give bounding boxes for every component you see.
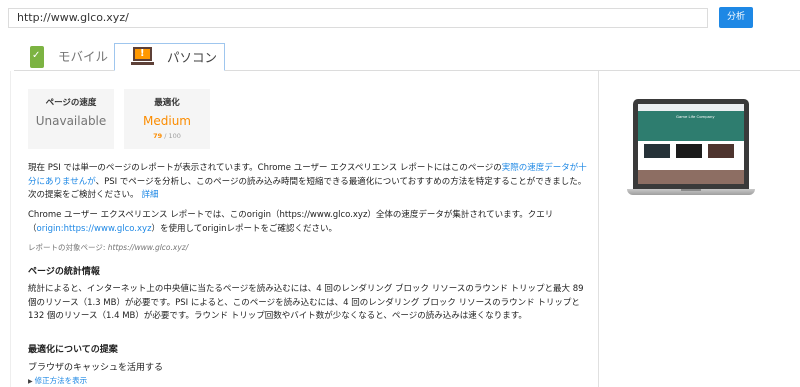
preview-panel: Game Life Company [598, 71, 800, 387]
report-target-url: https://www.glco.xyz/ [107, 243, 189, 252]
speed-card: ページの速度 Unavailable [28, 89, 114, 149]
optimization-card-value: Medium [143, 114, 191, 128]
laptop-preview-image: Game Life Company [627, 99, 755, 204]
url-input[interactable]: http://www.glco.xyz/ [8, 8, 708, 28]
analyze-button[interactable]: 分析 [719, 7, 753, 28]
optimization-score: 79 / 100 [153, 132, 181, 140]
preview-screen: Game Life Company [638, 104, 744, 184]
origin-query-link[interactable]: origin:https://www.glco.xyz [37, 224, 152, 234]
stats-text: 統計によると、インターネット上の中央値に当たるページを読み込むには、4 回のレン… [28, 284, 584, 321]
tab-desktop[interactable]: パソコン [114, 43, 225, 71]
origin-explanation: Chrome ユーザー エクスペリエンス レポートでは、このorigin（htt… [28, 210, 554, 234]
tab-mobile[interactable]: モバイル [18, 43, 116, 71]
preview-site-title: Game Life Company [676, 114, 715, 119]
stats-heading: ページの統計情報 [28, 267, 100, 277]
tab-mobile-label: モバイル [58, 49, 109, 64]
speed-card-value: Unavailable [35, 114, 107, 128]
desktop-warning-icon [131, 47, 154, 68]
suggestions-heading: 最適化についての提案 [28, 345, 118, 355]
optimization-card: 最適化 Medium 79 / 100 [124, 89, 210, 149]
tab-desktop-label: パソコン [167, 50, 218, 65]
expand-triangle-icon: ▶ [28, 378, 33, 385]
report-target: レポートの対象ページ: https://www.glco.xyz/ [28, 243, 189, 252]
mobile-pass-icon [30, 46, 44, 68]
show-fix-link[interactable]: ▶ 修正方法を表示 [28, 375, 87, 386]
optimization-card-label: 最適化 [154, 98, 180, 108]
details-link[interactable]: 詳細 [142, 190, 159, 200]
speed-explanation: 現在 PSI では単一のページのレポートが表示されています。Chrome ユーザ… [28, 163, 587, 200]
speed-card-label: ページの速度 [45, 98, 97, 108]
device-tabs: モバイル パソコン [14, 43, 800, 71]
report-content: ページの速度 Unavailable 最適化 Medium 79 / 100 現… [10, 71, 598, 387]
suggestion-item: ブラウザのキャッシュを活用する [28, 363, 164, 373]
